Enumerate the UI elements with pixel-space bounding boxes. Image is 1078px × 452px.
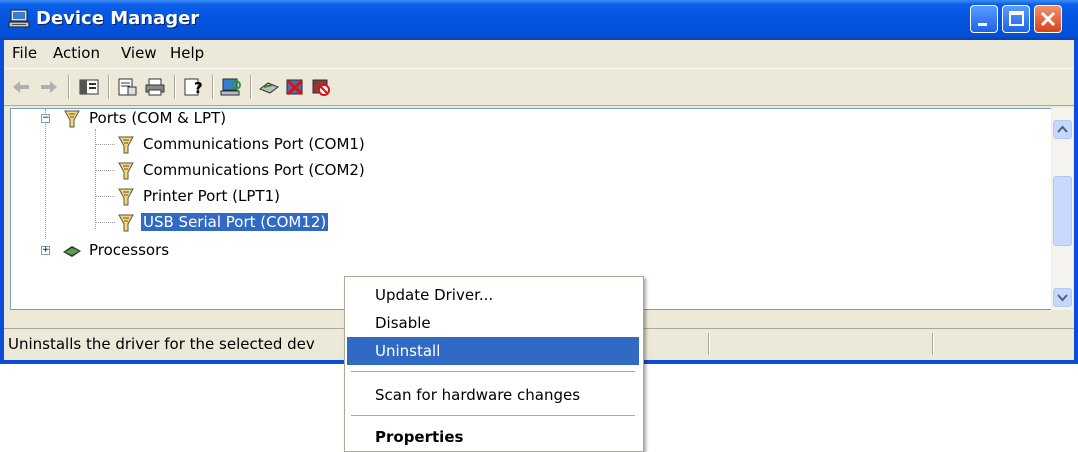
update-driver-icon[interactable]	[258, 77, 280, 97]
menu-item-label: Update Driver...	[375, 286, 494, 304]
toolbar-separator	[212, 75, 214, 99]
toolbar-separator	[68, 75, 70, 99]
tree-node-label: Printer Port (LPT1)	[143, 187, 280, 205]
tree-line	[95, 144, 115, 145]
maximize-icon	[1009, 11, 1024, 26]
window-title: Device Manager	[36, 8, 200, 29]
tree-line	[45, 109, 46, 239]
maximize-button[interactable]	[1002, 5, 1030, 33]
tree-node-label: Communications Port (COM2)	[143, 161, 365, 179]
menu-separator	[351, 371, 635, 372]
print-icon[interactable]	[144, 77, 166, 97]
tree-node-label: Ports (COM & LPT)	[89, 109, 227, 127]
svg-text:?: ?	[194, 79, 203, 97]
menu-item-properties[interactable]: Properties	[347, 423, 639, 451]
status-text: Uninstalls the driver for the selected d…	[8, 335, 315, 353]
port-icon	[118, 214, 134, 232]
chevron-down-icon	[1057, 294, 1068, 302]
menu-bar: File Action View Help	[4, 40, 1074, 66]
menu-item-label: Scan for hardware changes	[375, 386, 581, 404]
toolbar: ?	[4, 68, 1074, 106]
expand-processors-expander[interactable]: +	[41, 246, 50, 255]
status-divider	[708, 333, 710, 355]
toolbar-separator	[108, 75, 110, 99]
menu-action[interactable]: Action	[53, 44, 100, 62]
minimize-button[interactable]	[970, 5, 998, 33]
title-bar[interactable]: Device Manager	[0, 0, 1078, 40]
back-icon[interactable]	[10, 77, 32, 97]
computer-icon	[8, 9, 30, 28]
processor-icon	[63, 246, 81, 257]
help-icon[interactable]: ?	[182, 77, 204, 97]
chevron-up-icon	[1057, 125, 1068, 133]
properties-icon[interactable]	[116, 77, 138, 97]
menu-file[interactable]: File	[12, 44, 37, 62]
forward-icon[interactable]	[38, 77, 60, 97]
toolbar-separator	[250, 75, 252, 99]
menu-separator	[351, 415, 635, 416]
tree-node-label: Processors	[89, 241, 170, 259]
tree-node-label: USB Serial Port (COM12)	[141, 213, 329, 231]
port-icon	[64, 110, 80, 128]
scroll-up-button[interactable]	[1053, 120, 1072, 139]
close-icon	[1040, 11, 1056, 27]
close-button[interactable]	[1034, 5, 1062, 33]
uninstall-icon[interactable]	[284, 77, 306, 97]
menu-item-update-driver[interactable]: Update Driver...	[347, 281, 639, 309]
scroll-thumb[interactable]	[1053, 176, 1072, 246]
context-menu: Update Driver... Disable Uninstall Scan …	[344, 276, 644, 452]
menu-help[interactable]: Help	[170, 44, 204, 62]
port-icon	[118, 136, 134, 154]
scan-hardware-icon[interactable]	[220, 77, 242, 97]
tree-line	[95, 170, 115, 171]
vertical-scrollbar[interactable]	[1051, 108, 1073, 310]
tree-line	[95, 196, 115, 197]
collapse-ports-expander[interactable]: −	[41, 114, 50, 123]
show-hide-console-tree-icon[interactable]	[78, 77, 100, 97]
toolbar-separator	[174, 75, 176, 99]
minimize-icon	[978, 23, 987, 26]
status-divider	[932, 333, 934, 355]
port-icon	[118, 188, 134, 206]
menu-item-label: Disable	[375, 314, 431, 332]
menu-item-disable[interactable]: Disable	[347, 309, 639, 337]
menu-view[interactable]: View	[121, 44, 157, 62]
menu-item-uninstall[interactable]: Uninstall	[347, 337, 639, 365]
menu-item-label: Uninstall	[375, 342, 441, 360]
tree-node-label: Communications Port (COM1)	[143, 135, 365, 153]
scroll-down-button[interactable]	[1053, 288, 1072, 307]
port-icon	[118, 162, 134, 180]
disable-icon[interactable]	[310, 77, 332, 97]
tree-line	[95, 222, 115, 223]
menu-item-label: Properties	[375, 428, 464, 446]
menu-item-scan-hardware[interactable]: Scan for hardware changes	[347, 381, 639, 409]
